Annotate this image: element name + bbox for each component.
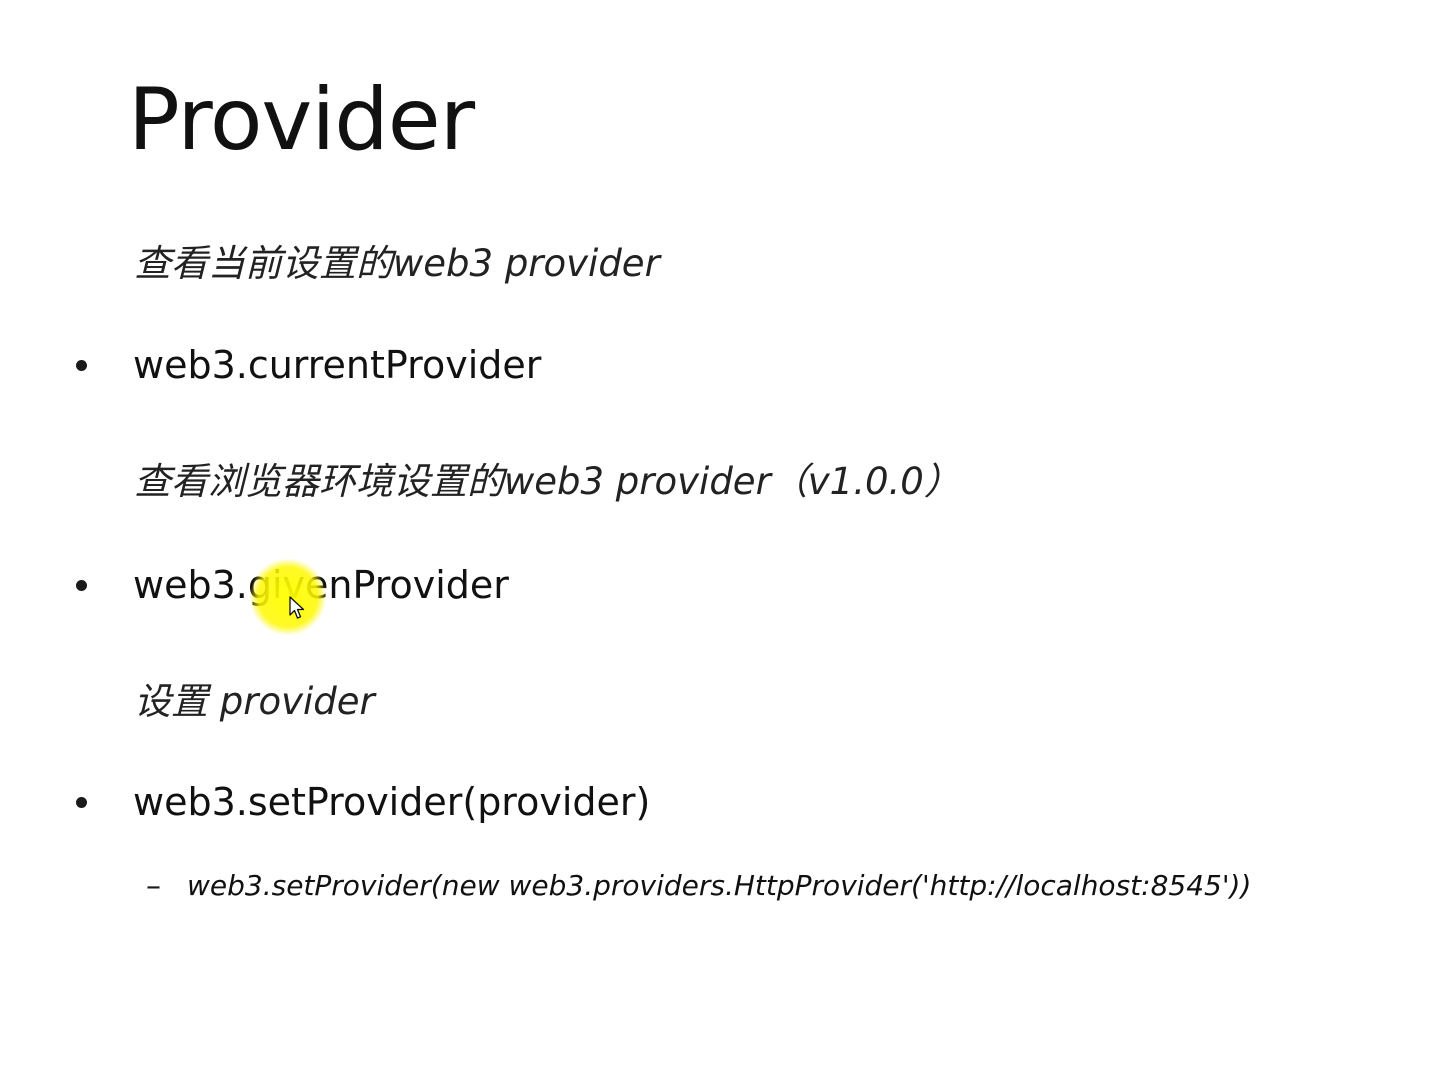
bullet-dot-icon bbox=[76, 796, 87, 808]
bullet-given-provider-text: web3.givenProvider bbox=[133, 563, 509, 607]
note-current-provider: 查看当前设置的web3 provider bbox=[134, 242, 660, 285]
mouse-pointer-icon bbox=[289, 596, 305, 619]
sub-bullet-dash-icon: – bbox=[146, 868, 161, 904]
sub-bullet-http-provider-text: web3.setProvider(new web3.providers.Http… bbox=[187, 869, 1252, 902]
sub-bullet-http-provider: – web3.setProvider(new web3.providers.Ht… bbox=[146, 864, 1251, 908]
bullet-current-provider: web3.currentProvider bbox=[72, 340, 541, 390]
bullet-dot-icon bbox=[76, 579, 87, 591]
bullet-set-provider-text: web3.setProvider(provider) bbox=[133, 780, 651, 824]
note-set-provider: 设置 provider bbox=[134, 680, 375, 723]
bullet-current-provider-text: web3.currentProvider bbox=[133, 343, 542, 387]
slide: Provider 查看当前设置的web3 provider web3.curre… bbox=[0, 0, 1434, 1074]
bullet-set-provider: web3.setProvider(provider) bbox=[72, 777, 650, 827]
bullet-dot-icon bbox=[76, 359, 87, 371]
note-given-provider: 查看浏览器环境设置的web3 provider（v1.0.0） bbox=[134, 460, 961, 503]
slide-title: Provider bbox=[128, 70, 475, 170]
